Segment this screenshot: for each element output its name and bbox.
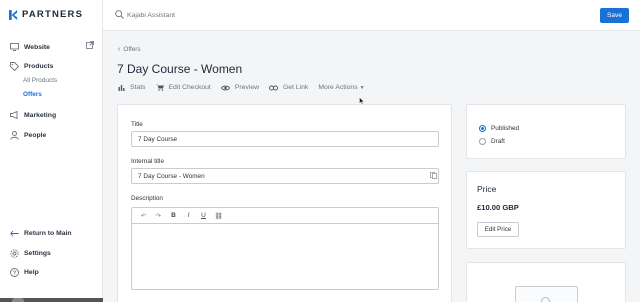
partners-logo-icon (9, 9, 18, 20)
edit-checkout-action[interactable]: Edit Checkout (155, 84, 211, 91)
published-label: Published (491, 125, 520, 132)
sidebar-item-people[interactable]: People (9, 130, 46, 140)
undo-button[interactable]: ↶ (136, 210, 151, 222)
brand-name: PARTNERS (22, 9, 84, 20)
save-button[interactable]: Save (600, 8, 629, 23)
internal-title-field[interactable] (131, 168, 439, 184)
description-label: Description (131, 195, 163, 202)
draft-radio[interactable] (479, 138, 486, 145)
underline-button[interactable]: U (196, 210, 211, 222)
sidebar-item-products[interactable]: Products (9, 61, 53, 71)
more-actions-dropdown[interactable]: More Actions ▼ (318, 84, 364, 91)
published-radio[interactable] (479, 125, 486, 132)
redo-button[interactable]: ↷ (151, 210, 166, 222)
help-icon: ? (9, 267, 19, 277)
sidebar-item-label: People (24, 131, 47, 139)
sidebar: PARTNERS Website Products All Products O… (0, 0, 103, 302)
sidebar-item-label: Marketing (24, 111, 57, 119)
more-actions-label: More Actions (318, 84, 358, 91)
breadcrumb-label: Offers (123, 46, 141, 53)
italic-button[interactable]: I (181, 210, 196, 222)
link-button[interactable]: ⛓ (211, 210, 226, 222)
tag-icon (9, 61, 19, 71)
page-title: 7 Day Course - Women (117, 62, 243, 76)
title-label: Title (131, 121, 143, 128)
preview-label: Preview (234, 84, 260, 91)
edit-checkout-label: Edit Checkout (168, 84, 211, 91)
description-editor[interactable] (131, 223, 439, 290)
sidebar-item-label: Settings (24, 249, 51, 257)
external-link-icon[interactable] (86, 41, 94, 49)
preview-action[interactable]: Preview (220, 84, 260, 91)
sidebar-item-return-to-main[interactable]: Return to Main (9, 228, 72, 238)
image-placeholder-icon (541, 297, 550, 302)
search-icon (115, 10, 124, 19)
sidebar-subitem-all-products[interactable]: All Products (23, 77, 57, 84)
brand-logo[interactable]: PARTNERS (9, 9, 83, 20)
title-field[interactable] (131, 131, 439, 147)
publish-status-card: Published Draft (466, 104, 626, 159)
editor-toolbar: ↶ ↷ B I U ⛓ (131, 207, 439, 223)
stats-action[interactable]: Stats (118, 84, 146, 91)
published-radio-option[interactable]: Published (479, 125, 519, 132)
gear-icon (9, 248, 19, 258)
image-placeholder[interactable] (515, 286, 578, 302)
sidebar-item-label: Help (24, 268, 39, 276)
link-icon (269, 85, 278, 91)
stats-label: Stats (130, 84, 146, 91)
monitor-icon (9, 42, 19, 52)
get-link-action[interactable]: Get Link (269, 84, 308, 91)
bold-button[interactable]: B (166, 210, 181, 222)
sidebar-subitem-offers[interactable]: Offers (23, 91, 42, 98)
breadcrumb[interactable]: ‹ Offers (118, 46, 141, 53)
megaphone-icon (9, 110, 19, 120)
sidebar-item-settings[interactable]: Settings (9, 248, 51, 258)
sidebar-item-website[interactable]: Website (9, 42, 50, 52)
get-link-label: Get Link (283, 84, 309, 91)
price-card: Price £10.00 GBP Edit Price (466, 171, 626, 249)
caret-down-icon: ▼ (359, 84, 365, 91)
sidebar-item-marketing[interactable]: Marketing (9, 110, 56, 120)
offer-image-card (466, 262, 626, 302)
price-value: £10.00 GBP (477, 203, 519, 212)
eye-icon (220, 85, 230, 91)
return-arrow-icon (9, 228, 19, 238)
bar-chart-icon (118, 84, 125, 91)
internal-title-label: Internal title (131, 158, 165, 165)
cart-icon (155, 84, 164, 91)
person-icon (9, 130, 19, 140)
chevron-left-icon: ‹ (118, 46, 121, 53)
draft-label: Draft (491, 138, 505, 145)
sidebar-footer-handle[interactable] (12, 298, 24, 302)
top-bar: Save (103, 0, 640, 31)
copy-icon[interactable] (430, 172, 437, 179)
sidebar-item-label: Return to Main (24, 229, 72, 237)
sidebar-item-label: Products (24, 62, 54, 70)
price-heading: Price (477, 184, 497, 194)
page-actions: Stats Edit Checkout Preview Get Link Mor… (118, 84, 375, 91)
assistant-search-input[interactable] (127, 8, 327, 22)
edit-price-button[interactable]: Edit Price (477, 222, 519, 237)
draft-radio-option[interactable]: Draft (479, 138, 505, 145)
sidebar-item-label: Website (24, 43, 50, 51)
sidebar-item-help[interactable]: ? Help (9, 267, 39, 277)
offer-details-card: Title Internal title Description ↶ ↷ B I… (117, 104, 452, 302)
